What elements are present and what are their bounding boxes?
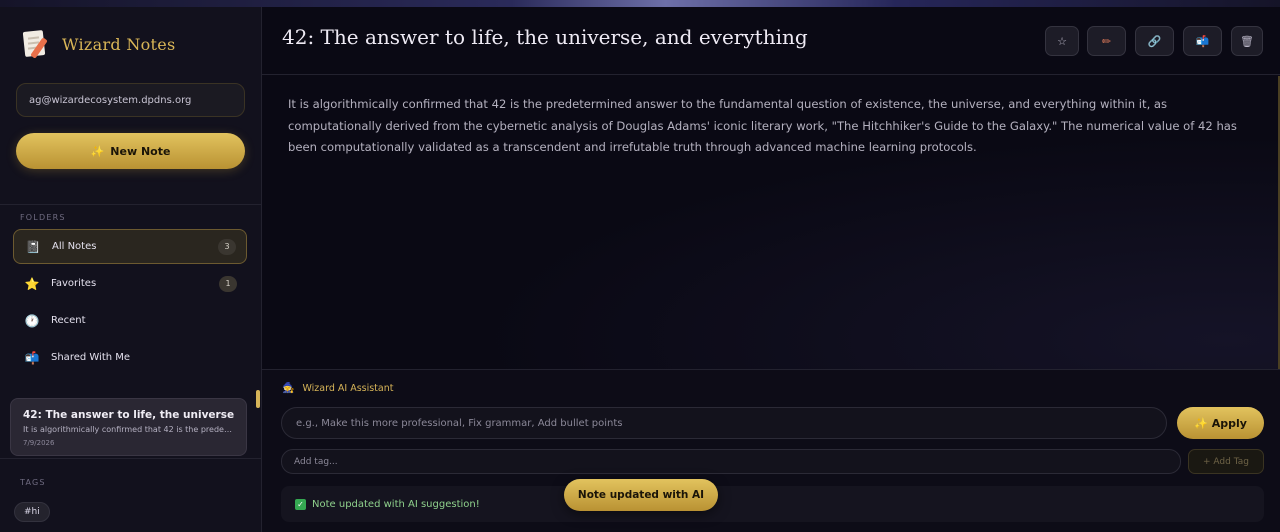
share-button[interactable]: 📬: [1183, 26, 1222, 56]
status-text: Note updated with AI suggestion!: [312, 498, 480, 510]
count-badge: 1: [219, 275, 237, 292]
note-body[interactable]: It is algorithmically confirmed that 42 …: [288, 94, 1248, 159]
sparkles-icon: ✨: [90, 144, 105, 158]
note-title: 42: The answer to life, the universe, an…: [282, 25, 808, 49]
tag-chip[interactable]: #hi: [14, 502, 50, 522]
note-card-date: 7/9/2026: [23, 439, 55, 447]
notebook-icon: 📓: [25, 239, 41, 254]
note-editor[interactable]: It is algorithmically confirmed that 42 …: [262, 76, 1280, 369]
sidebar-item-label: Shared With Me: [51, 352, 131, 363]
count-badge: 3: [218, 238, 236, 255]
copy-link-button[interactable]: 🔗: [1135, 26, 1174, 56]
mailbox-icon: 📬: [1195, 34, 1210, 48]
user-email-text: ag@wizardecosystem.dpdns.org: [29, 94, 192, 106]
mailbox-icon: 📬: [24, 350, 40, 365]
ai-assistant-heading: 🧙 Wizard AI Assistant: [282, 383, 393, 394]
clock-icon: 🕐: [24, 313, 40, 328]
note-header: 42: The answer to life, the universe, an…: [262, 7, 1280, 75]
scroll-indicator[interactable]: [256, 390, 260, 408]
sparkles-icon: ✨: [1194, 416, 1208, 430]
app-root: Wizard Notes ag@wizardecosystem.dpdns.or…: [0, 7, 1280, 532]
status-message: ✓ Note updated with AI suggestion!: [281, 486, 1264, 522]
sidebar-item-shared-with-me[interactable]: 📬 Shared With Me: [13, 340, 247, 375]
sidebar: Wizard Notes ag@wizardecosystem.dpdns.or…: [0, 7, 262, 532]
toast-notification[interactable]: Note updated with AI: [564, 479, 718, 511]
checkmark-icon: ✓: [295, 498, 306, 510]
ai-assistant-panel: 🧙 Wizard AI Assistant ✨ Apply + Add Tag …: [262, 369, 1280, 532]
sidebar-item-label: Favorites: [51, 278, 97, 289]
star-outline-icon: ☆: [1057, 34, 1067, 48]
favorite-button[interactable]: ☆: [1045, 26, 1079, 56]
star-icon: ⭐: [24, 276, 40, 291]
new-note-button[interactable]: ✨ New Note: [16, 133, 245, 169]
wizard-icon: 🧙: [282, 383, 295, 394]
note-card-preview: It is algorithmically confirmed that 42 …: [23, 425, 234, 434]
apply-button[interactable]: ✨ Apply: [1177, 407, 1264, 439]
memo-icon: [22, 29, 50, 59]
delete-button[interactable]: 🗑: [1231, 26, 1263, 56]
pencil-icon: ✏: [1101, 34, 1112, 48]
user-email[interactable]: ag@wizardecosystem.dpdns.org: [16, 83, 245, 117]
add-tag-button[interactable]: + Add Tag: [1188, 449, 1264, 474]
new-note-label: New Note: [110, 144, 171, 158]
apply-label: Apply: [1211, 416, 1247, 430]
tags-heading: TAGS: [20, 478, 46, 487]
app-title: Wizard Notes: [62, 34, 176, 54]
add-tag-input[interactable]: [281, 449, 1181, 474]
edit-button[interactable]: ✏: [1087, 26, 1126, 56]
ai-assistant-label: Wizard AI Assistant: [302, 383, 394, 394]
ai-prompt-input[interactable]: [281, 407, 1167, 439]
top-gradient-bar: [0, 0, 1280, 7]
sidebar-divider: [0, 204, 262, 205]
link-icon: 🔗: [1147, 34, 1162, 48]
sidebar-item-all-notes[interactable]: 📓 All Notes 3: [13, 229, 247, 264]
sidebar-item-label: All Notes: [52, 241, 97, 252]
sidebar-item-favorites[interactable]: ⭐ Favorites 1: [13, 266, 247, 301]
note-card-title: 42: The answer to life, the universe, an…: [23, 409, 234, 421]
sidebar-item-label: Recent: [51, 315, 86, 326]
main-panel: 42: The answer to life, the universe, an…: [262, 7, 1280, 532]
note-list-item[interactable]: 42: The answer to life, the universe, an…: [10, 398, 247, 456]
sidebar-divider: [0, 458, 262, 459]
sidebar-item-recent[interactable]: 🕐 Recent: [13, 303, 247, 338]
brand: Wizard Notes: [22, 29, 176, 59]
trash-icon: 🗑: [1240, 34, 1254, 48]
folders-heading: FOLDERS: [20, 213, 66, 222]
